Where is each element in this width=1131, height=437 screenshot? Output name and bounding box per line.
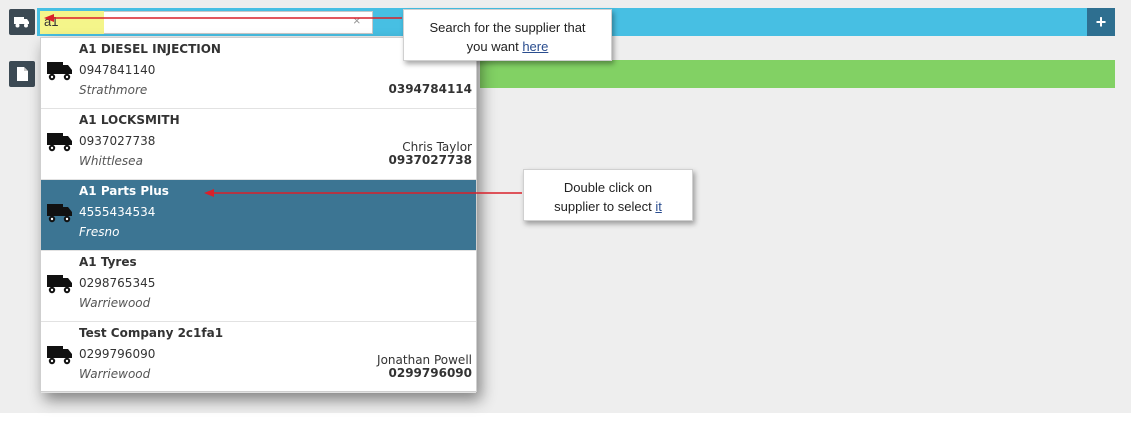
supplier-list-item[interactable]: A1 LOCKSMITH 0937027738 Whittlesea Chris Ta… — [41, 109, 476, 180]
add-supplier-button[interactable]: + — [1087, 8, 1115, 36]
truck-icon — [47, 204, 72, 223]
status-bar-green — [480, 60, 1115, 88]
truck-icon — [47, 133, 72, 152]
supplier-phone: 0947841140 — [79, 63, 156, 77]
callout-search-line2: you want — [466, 39, 523, 54]
supplier-row-truck-icon — [9, 9, 35, 35]
callout-search-link: here — [522, 39, 549, 54]
supplier-list-item[interactable]: Test Company 2c1fa1 0299796090 Warriewood J… — [41, 322, 476, 393]
callout-select-line1: Double click on — [563, 180, 653, 195]
supplier-city: Warriewood — [79, 367, 151, 381]
truck-icon — [47, 62, 72, 81]
supplier-search-input[interactable] — [40, 11, 373, 34]
callout-select-hint: Double click on supplier to select it — [523, 169, 693, 221]
document-icon — [16, 67, 28, 81]
truck-icon — [47, 275, 72, 294]
truck-icon — [47, 346, 72, 365]
supplier-name: A1 DIESEL INJECTION — [79, 42, 221, 56]
supplier-name: A1 LOCKSMITH — [79, 113, 180, 127]
supplier-dropdown: A1 DIESEL INJECTION 0947841140 Strathmore 0… — [40, 37, 477, 393]
supplier-phone: 0298765345 — [79, 276, 156, 290]
supplier-name: A1 Tyres — [79, 255, 137, 269]
supplier-city: Warriewood — [79, 296, 151, 310]
supplier-name: Test Company 2c1fa1 — [79, 326, 224, 340]
callout-select-line2: supplier to select — [554, 199, 656, 214]
supplier-phone: 4555434534 — [79, 205, 156, 219]
supplier-phone: 0937027738 — [79, 134, 156, 148]
supplier-city: Whittlesea — [79, 154, 143, 168]
supplier-contact-phone: 0394784114 — [388, 82, 473, 96]
callout-search-line1: Search for the supplier that — [429, 20, 586, 35]
supplier-phone: 0299796090 — [79, 347, 156, 361]
supplier-list-item[interactable]: A1 Parts Plus 4555434534 Fresno — [41, 180, 476, 251]
supplier-city: Strathmore — [79, 83, 148, 97]
supplier-contact-phone: 0937027738 — [388, 153, 473, 167]
truck-icon — [14, 17, 29, 28]
callout-select-link: it — [655, 199, 662, 214]
supplier-contact-name: Chris Taylor — [402, 140, 472, 154]
supplier-list-item[interactable]: A1 Tyres 0298765345 Warriewood — [41, 251, 476, 322]
supplier-contact-phone: 0299796090 — [388, 366, 473, 380]
clear-search-icon[interactable]: × — [353, 13, 361, 28]
supplier-city: Fresno — [79, 225, 120, 239]
document-row-icon — [9, 61, 35, 87]
plus-icon: + — [1095, 11, 1107, 32]
supplier-name: A1 Parts Plus — [79, 184, 169, 198]
callout-search-hint: Search for the supplier that you want he… — [403, 9, 612, 61]
supplier-contact-name: Jonathan Powell — [377, 353, 472, 367]
